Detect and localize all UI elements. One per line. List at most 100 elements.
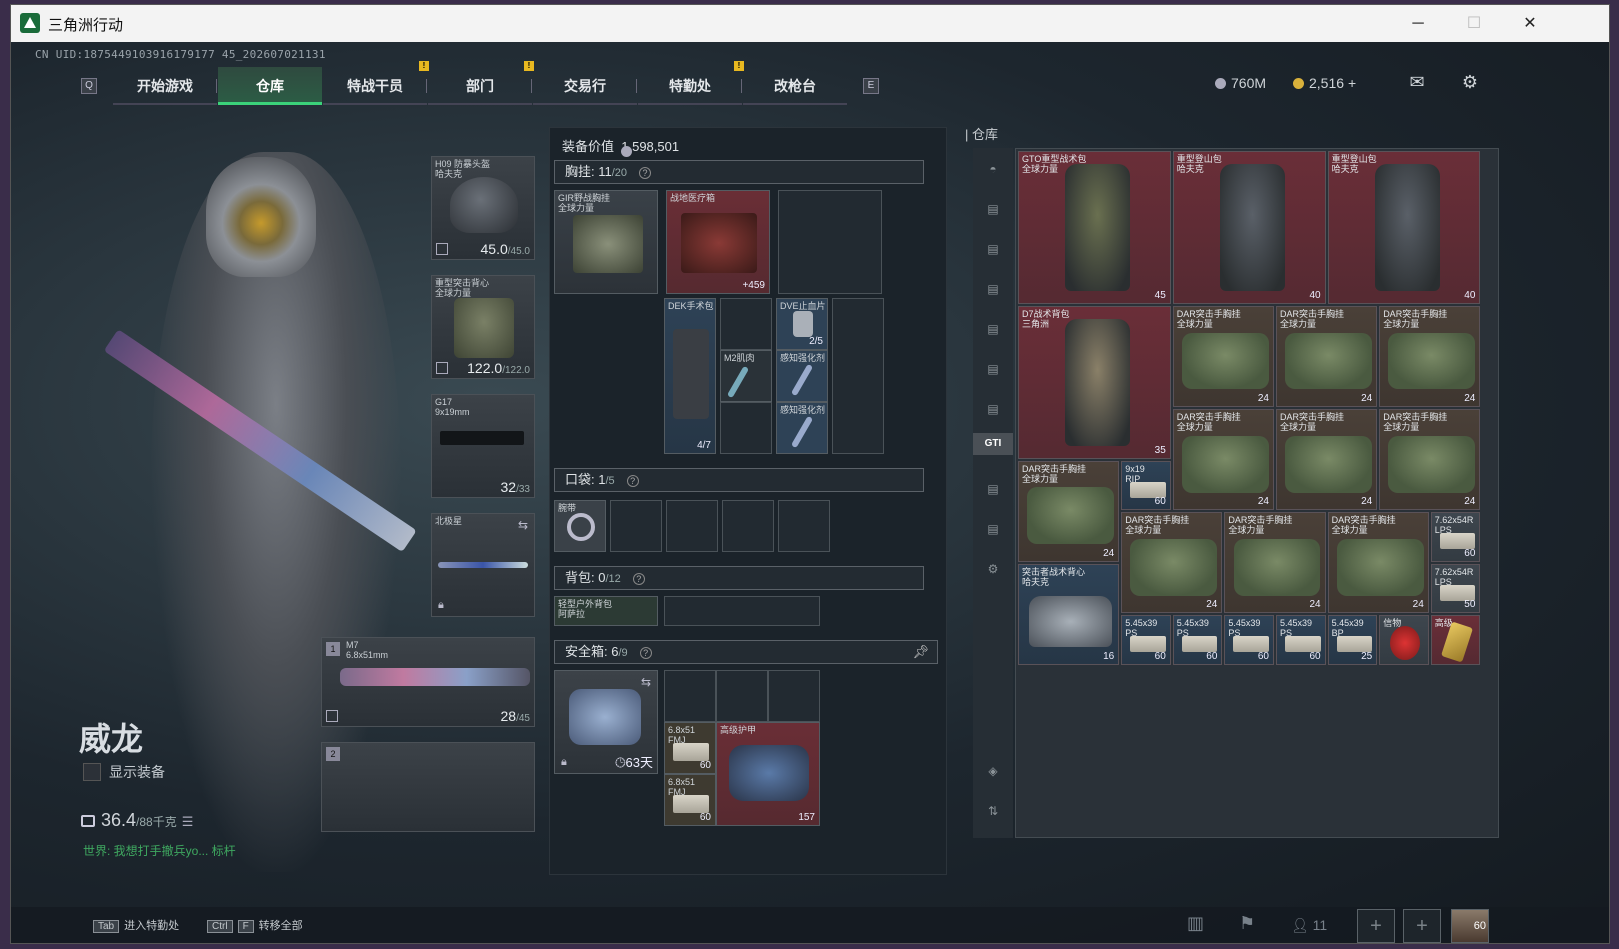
- layers-icon[interactable]: ◈: [981, 760, 1005, 782]
- medkit-item[interactable]: 战地医疗箱 +459: [666, 190, 770, 294]
- safebox-empty-slot[interactable]: [664, 670, 716, 722]
- pocket-empty-slot[interactable]: [722, 500, 774, 552]
- page-filter-icon[interactable]: ▤: [981, 198, 1005, 220]
- rig-empty-slot[interactable]: [720, 298, 772, 350]
- warehouse-item[interactable]: DAR突击手胸挂 全球力量 24: [1276, 409, 1378, 511]
- armor-bag-item[interactable]: 高级护甲 157: [716, 722, 820, 826]
- tab-warehouse[interactable]: 仓库: [218, 67, 322, 105]
- warehouse-item[interactable]: DAR突击手胸挂 全球力量 24: [1172, 305, 1274, 407]
- pocket-empty-slot[interactable]: [610, 500, 662, 552]
- sidebar-item-active[interactable]: GTI: [973, 433, 1013, 455]
- swap-icon[interactable]: ⇆: [641, 675, 651, 689]
- pin-icon[interactable]: 📌︎: [912, 641, 929, 663]
- tab-gunsmith[interactable]: 改枪台: [743, 67, 847, 105]
- close-button[interactable]: ✕: [1507, 9, 1553, 39]
- safebox-empty-slot[interactable]: [716, 670, 768, 722]
- safebox-item[interactable]: ⇆ 🔒︎ 🕒︎63天: [554, 670, 658, 774]
- gold-currency[interactable]: 2,516 +: [1293, 75, 1356, 91]
- warehouse-item[interactable]: DAR突击手胸挂 全球力量 24: [1379, 409, 1481, 511]
- tab-department[interactable]: 部门!: [428, 61, 534, 105]
- rig-item[interactable]: GIR野战胸挂 全球力量: [554, 190, 658, 294]
- safebox-empty-slot[interactable]: [768, 670, 820, 722]
- backpack-item[interactable]: 轻型户外背包 阿萨拉: [554, 596, 658, 626]
- warehouse-item[interactable]: DAR突击手胸挂 全球力量 24: [1224, 512, 1326, 614]
- settings-gear-icon[interactable]: ⚙: [981, 558, 1005, 580]
- page-filter-icon[interactable]: ▤: [981, 478, 1005, 500]
- warehouse-item[interactable]: 信物: [1379, 615, 1429, 665]
- sort-icon[interactable]: ⇅: [981, 800, 1005, 822]
- warehouse-item[interactable]: DAR突击手胸挂 全球力量 24: [1172, 409, 1274, 511]
- page-filter-icon[interactable]: ▤: [981, 278, 1005, 300]
- mail-icon[interactable]: ✉: [1404, 72, 1430, 94]
- player-avatar[interactable]: 60: [1451, 909, 1489, 943]
- rig-empty-slot[interactable]: [720, 402, 772, 454]
- warehouse-item[interactable]: 5.45x39 BP 25: [1327, 615, 1378, 665]
- warehouse-item[interactable]: 重型登山包 哈夫克 40: [1172, 151, 1326, 304]
- transfer-all-hotkey[interactable]: Ctrl F 转移全部: [207, 917, 303, 933]
- primary-weapon-slot[interactable]: 1 M7 6.8x51mm 28/45: [321, 637, 535, 727]
- warehouse-item[interactable]: 5.45x39 PS 60: [1224, 615, 1274, 665]
- world-chat-line[interactable]: 世界: 我想打手撤兵yo... 标杆: [83, 842, 236, 859]
- page-filter-icon[interactable]: ▤: [981, 398, 1005, 420]
- checkbox[interactable]: [83, 763, 101, 781]
- pocket-empty-slot[interactable]: [778, 500, 830, 552]
- warehouse-item[interactable]: 9x19 RIP 60: [1121, 460, 1171, 511]
- flag-icon[interactable]: ⚑: [1239, 913, 1255, 934]
- warehouse-item[interactable]: 高级: [1430, 615, 1481, 665]
- minimize-button[interactable]: ─: [1395, 9, 1441, 39]
- help-icon[interactable]: ?: [639, 167, 652, 179]
- helmet-slot[interactable]: H09 防暴头盔 哈夫克 45.0/45.0: [431, 156, 535, 260]
- nav-prev-key[interactable]: Q: [81, 78, 97, 94]
- stim-item[interactable]: 感知强化剂: [776, 350, 828, 402]
- nav-next-key[interactable]: E: [863, 78, 879, 94]
- warehouse-item[interactable]: 5.45x39 PS 60: [1172, 615, 1223, 665]
- tab-start-game[interactable]: 开始游戏: [113, 67, 217, 105]
- m2-item[interactable]: M2肌肉: [720, 350, 772, 402]
- rig-empty-slot[interactable]: [832, 298, 884, 454]
- warehouse-item[interactable]: DAR突击手胸挂 全球力量 24: [1121, 512, 1223, 614]
- list-icon[interactable]: ☰: [182, 814, 194, 829]
- warehouse-item[interactable]: 7.62x54R LPS 60: [1430, 512, 1481, 562]
- help-icon[interactable]: ?: [639, 647, 652, 659]
- tab-special-service[interactable]: 特勤处!: [638, 61, 744, 105]
- warehouse-item[interactable]: DAR突击手胸挂 全球力量 24: [1018, 460, 1120, 562]
- warehouse-item[interactable]: DAR突击手胸挂 全球力量 24: [1379, 305, 1481, 407]
- warehouse-item[interactable]: 5.45x39 PS 60: [1121, 615, 1171, 665]
- warehouse-item[interactable]: 突击者战术背心 哈夫克 16: [1018, 563, 1120, 665]
- warehouse-item[interactable]: 5.45x39 PS 60: [1276, 615, 1326, 665]
- warehouse-item[interactable]: 7.62x54R LPS 50: [1430, 563, 1481, 614]
- help-icon[interactable]: ?: [626, 475, 639, 487]
- dve-item[interactable]: DVE止血片 2/5: [776, 298, 828, 350]
- warehouse-item[interactable]: GTO重型战术包 全球力量 45: [1018, 151, 1171, 304]
- ammo-item[interactable]: 6.8x51 FMJ 60: [664, 774, 716, 826]
- enter-special-service-hotkey[interactable]: Tab 进入特勤处: [93, 917, 179, 933]
- dek-item[interactable]: DEK手术包 4/7: [664, 298, 716, 454]
- pistol-slot[interactable]: G17 9x19mm 32/33: [431, 394, 535, 498]
- pocket-item[interactable]: 腕带: [554, 500, 606, 552]
- melee-slot[interactable]: 北极星 ⇆ 🔒︎: [431, 513, 535, 617]
- tab-trade[interactable]: 交易行: [533, 67, 637, 105]
- page-filter-icon[interactable]: ▤: [981, 358, 1005, 380]
- warehouse-item[interactable]: DAR突击手胸挂 全球力量 24: [1327, 512, 1429, 614]
- warehouse-item[interactable]: DAR突击手胸挂 全球力量 24: [1276, 305, 1378, 407]
- maximize-button[interactable]: ☐: [1451, 9, 1497, 39]
- show-equipment-toggle[interactable]: 显示装备: [83, 762, 165, 782]
- backpack-empty-slot[interactable]: [664, 596, 820, 626]
- pocket-empty-slot[interactable]: [666, 500, 718, 552]
- stats-icon[interactable]: ▥: [1187, 913, 1204, 934]
- ammo-item[interactable]: 6.8x51 FMJ 60: [664, 722, 716, 774]
- helmet-filter-icon[interactable]: ◓: [981, 158, 1005, 180]
- invite-slot-button[interactable]: +: [1357, 909, 1395, 943]
- armor-slot[interactable]: 重型突击背心 全球力量 122.0/122.0: [431, 275, 535, 379]
- page-filter-icon[interactable]: ▤: [981, 318, 1005, 340]
- stim-item[interactable]: 感知强化剂: [776, 402, 828, 454]
- page-filter-icon[interactable]: ▤: [981, 238, 1005, 260]
- secondary-weapon-slot[interactable]: 2: [321, 742, 535, 832]
- squad-count[interactable]: 👤︎ 11: [1291, 917, 1327, 934]
- invite-slot-button[interactable]: +: [1403, 909, 1441, 943]
- swap-icon[interactable]: ⇆: [518, 518, 528, 532]
- help-icon[interactable]: ?: [632, 573, 645, 585]
- tab-operators[interactable]: 特战干员!: [323, 61, 429, 105]
- page-filter-icon[interactable]: ▤: [981, 518, 1005, 540]
- warehouse-item[interactable]: 重型登山包 哈夫克 40: [1327, 151, 1481, 304]
